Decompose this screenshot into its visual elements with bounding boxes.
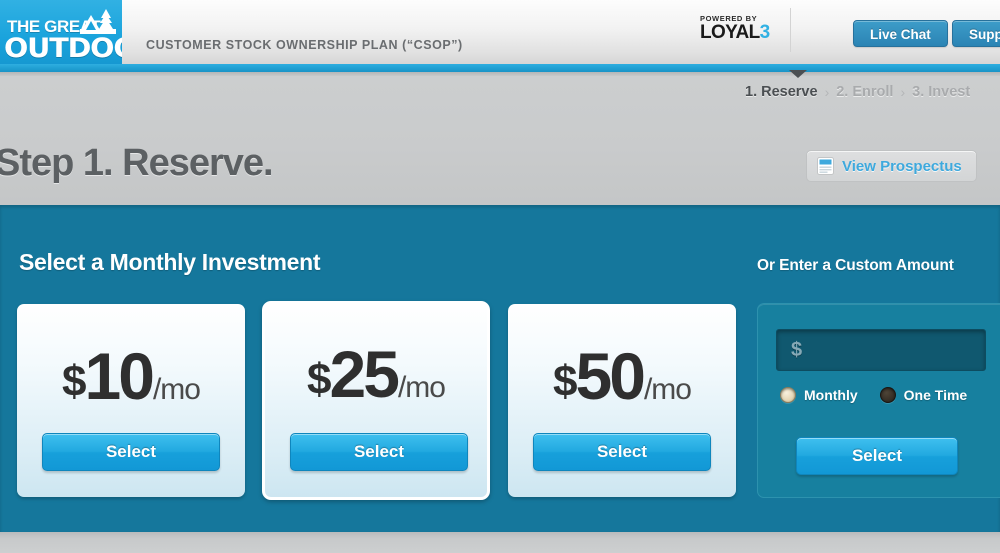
header-divider <box>790 8 791 52</box>
view-prospectus-button[interactable]: View Prospectus <box>806 150 977 182</box>
price-period: /mo <box>643 373 692 406</box>
price-card-25[interactable]: $25/mo Select <box>262 301 490 500</box>
price-amount: 10 <box>84 339 155 413</box>
frequency-radio-group: Monthly One Time <box>780 387 989 403</box>
document-icon <box>817 157 834 175</box>
panel-heading: Select a Monthly Investment <box>19 249 321 275</box>
breadcrumb-caret-icon <box>789 70 807 78</box>
select-button-25[interactable]: Select <box>290 433 468 471</box>
header-subtitle: CUSTOMER STOCK OWNERSHIP PLAN (“CSOP”) <box>146 38 463 52</box>
radio-label-one-time: One Time <box>903 387 968 403</box>
price-display: $25/mo <box>265 336 487 412</box>
mountain-tree-icon <box>80 9 116 34</box>
select-button-50[interactable]: Select <box>533 433 711 471</box>
select-button-custom[interactable]: Select <box>796 437 958 475</box>
price-currency-symbol: $ <box>553 357 578 406</box>
view-prospectus-label: View Prospectus <box>842 157 962 175</box>
loyal3-wordmark: LOYAL3 <box>700 23 772 43</box>
brand-logo-line2: OUTDOORS <box>4 33 122 64</box>
price-card-10[interactable]: $10/mo Select <box>17 304 245 497</box>
price-currency-symbol: $ <box>307 355 332 404</box>
breadcrumb-step-invest[interactable]: 3. Invest <box>912 84 970 100</box>
price-amount: 50 <box>575 339 646 413</box>
loyal3-name: LOYAL <box>700 22 760 43</box>
breadcrumb-separator: › <box>824 84 830 100</box>
price-period: /mo <box>152 373 201 406</box>
header-accent-rule <box>0 64 1000 72</box>
price-display: $10/mo <box>17 338 245 414</box>
price-card-50[interactable]: $50/mo Select <box>508 304 736 497</box>
live-chat-button[interactable]: Live Chat <box>853 20 948 47</box>
support-button[interactable]: Support <box>952 20 1000 47</box>
page-title: Step 1. Reserve. <box>0 142 274 184</box>
select-button-10[interactable]: Select <box>42 433 220 471</box>
breadcrumb-step-reserve[interactable]: 1. Reserve <box>745 84 818 100</box>
price-currency-symbol: $ <box>62 357 87 406</box>
radio-selected-icon[interactable] <box>780 387 796 403</box>
price-amount: 25 <box>329 337 400 411</box>
radio-option-one-time[interactable]: One Time <box>879 387 968 403</box>
brand-logo[interactable]: THE GREAT OUTDOORS <box>0 0 122 70</box>
breadcrumb-step-enroll[interactable]: 2. Enroll <box>836 84 893 100</box>
header-rule-shadow <box>0 72 1000 76</box>
breadcrumb-separator: › <box>900 84 906 100</box>
loyal3-number: 3 <box>759 22 771 43</box>
breadcrumb: 1. Reserve › 2. Enroll › 3. Invest <box>745 82 970 102</box>
page-footer <box>0 532 1000 553</box>
custom-amount-placeholder: $ <box>791 338 803 361</box>
custom-amount-input[interactable]: $ <box>776 329 986 371</box>
custom-amount-box: $ Monthly One Time Select <box>757 303 1000 498</box>
radio-unselected-icon[interactable] <box>879 387 896 403</box>
powered-by-loyal3: POWERED BY LOYAL3 <box>700 14 772 43</box>
radio-option-monthly[interactable]: Monthly <box>780 387 858 403</box>
custom-amount-heading: Or Enter a Custom Amount <box>757 257 954 274</box>
price-period: /mo <box>397 371 446 404</box>
site-header: THE GREAT OUTDOORS CUSTOMER STOCK OWNERS… <box>0 0 1000 70</box>
price-display: $50/mo <box>508 338 736 414</box>
radio-label-monthly: Monthly <box>804 387 858 403</box>
